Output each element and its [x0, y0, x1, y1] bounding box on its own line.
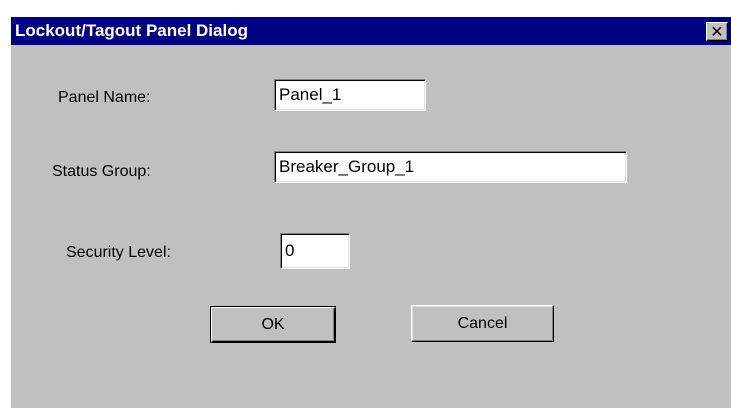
- status-group-input[interactable]: [274, 151, 627, 183]
- cancel-button[interactable]: Cancel: [411, 305, 554, 342]
- panel-name-label: Panel Name:: [58, 89, 151, 106]
- close-button[interactable]: ✕: [706, 22, 728, 41]
- close-icon: ✕: [710, 21, 724, 41]
- status-group-label: Status Group:: [52, 163, 151, 180]
- ok-button[interactable]: OK: [210, 306, 336, 343]
- title-bar[interactable]: Lockout/Tagout Panel Dialog ✕: [11, 17, 731, 45]
- security-level-input[interactable]: [280, 233, 350, 269]
- panel-name-input[interactable]: [274, 79, 426, 111]
- screen: Lockout/Tagout Panel Dialog ✕ Panel Name…: [0, 0, 731, 408]
- lockout-tagout-dialog: Lockout/Tagout Panel Dialog ✕ Panel Name…: [10, 16, 731, 408]
- security-level-label: Security Level:: [66, 244, 171, 261]
- dialog-title: Lockout/Tagout Panel Dialog: [15, 21, 248, 40]
